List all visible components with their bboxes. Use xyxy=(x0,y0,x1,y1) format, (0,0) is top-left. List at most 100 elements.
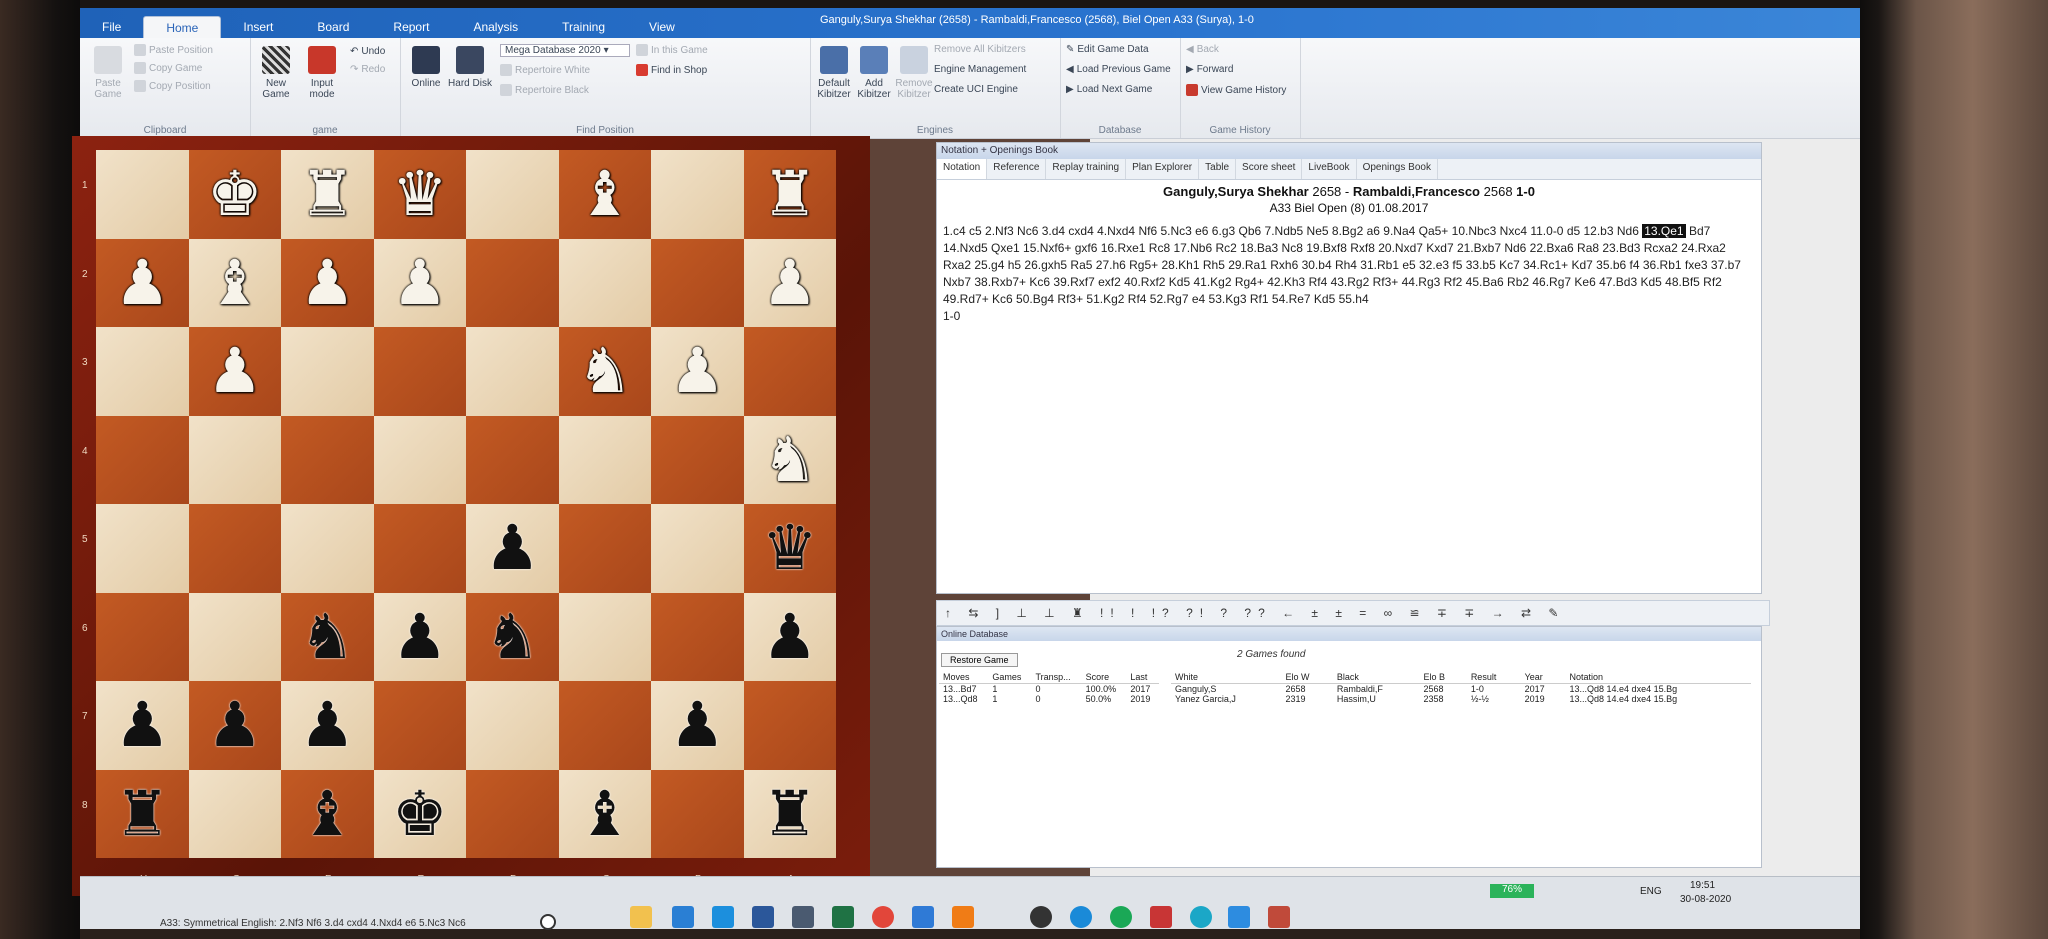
board-square[interactable] xyxy=(651,150,744,239)
white-knight-icon[interactable]: ♞ xyxy=(577,340,633,402)
create-uci-engine-button[interactable]: Create UCI Engine xyxy=(934,84,1018,95)
board-square[interactable]: ♜ xyxy=(743,769,836,858)
edge-icon[interactable] xyxy=(1190,906,1212,928)
board-square[interactable]: ♝ xyxy=(281,769,374,858)
app-blue-icon[interactable] xyxy=(1228,906,1250,928)
board-square[interactable] xyxy=(743,327,836,416)
board-square[interactable] xyxy=(281,415,374,504)
white-pawn-icon[interactable]: ♟ xyxy=(762,251,818,314)
app-l-icon[interactable] xyxy=(712,906,734,928)
forward-button[interactable]: ▶ Forward xyxy=(1186,64,1233,75)
paste-position-button[interactable]: Paste Position xyxy=(134,44,213,56)
black-rook-icon[interactable]: ♜ xyxy=(114,782,170,845)
black-bishop-icon[interactable]: ♝ xyxy=(577,782,633,845)
board-square[interactable]: ♚ xyxy=(188,150,281,239)
tab-plan-explorer[interactable]: Plan Explorer xyxy=(1126,159,1200,179)
move-list[interactable]: 1.c4 c5 2.Nf3 Nc6 3.d4 cxd4 4.Nxd4 Nf6 5… xyxy=(937,215,1761,325)
black-knight-icon[interactable]: ♞ xyxy=(299,605,355,668)
white-king-icon[interactable]: ♚ xyxy=(207,163,263,225)
board-square[interactable]: ♟ xyxy=(373,238,466,327)
black-pawn-icon[interactable]: ♟ xyxy=(484,517,540,579)
copy-game-button[interactable]: Copy Game xyxy=(134,62,202,74)
paste-game-button[interactable]: Paste Game xyxy=(84,46,132,100)
app-g-icon[interactable] xyxy=(1110,906,1132,928)
board-square[interactable] xyxy=(96,504,189,593)
board-square[interactable] xyxy=(466,327,559,416)
black-pawn-icon[interactable]: ♟ xyxy=(299,694,355,756)
white-pawn-icon[interactable]: ♟ xyxy=(299,251,355,314)
mail-icon[interactable] xyxy=(672,906,694,928)
vlc-icon[interactable] xyxy=(952,906,974,928)
white-rook-icon[interactable]: ♜ xyxy=(299,163,355,225)
board-square[interactable]: ♟ xyxy=(96,681,189,770)
board-square[interactable] xyxy=(743,681,836,770)
board-square[interactable] xyxy=(373,504,466,593)
skype-icon[interactable] xyxy=(1070,906,1092,928)
board-square[interactable]: ♟ xyxy=(373,592,466,681)
edit-game-data-button[interactable]: ✎ Edit Game Data xyxy=(1066,44,1149,55)
white-rook-icon[interactable]: ♜ xyxy=(762,163,818,225)
black-pawn-icon[interactable]: ♟ xyxy=(114,694,170,756)
table-row[interactable]: Ganguly,S 2658 Rambaldi,F 2568 1-0 2017 … xyxy=(1171,684,1751,694)
app-14-icon[interactable] xyxy=(792,906,814,928)
board-square[interactable]: ♟ xyxy=(651,681,744,770)
tab-home[interactable]: Home xyxy=(143,16,222,40)
black-queen-icon[interactable]: ♛ xyxy=(762,517,818,579)
board-square[interactable] xyxy=(466,150,559,239)
board-square[interactable]: ♛ xyxy=(373,150,466,239)
tab-table[interactable]: Table xyxy=(1199,159,1237,179)
restore-game-button[interactable]: Restore Game xyxy=(941,653,1018,667)
black-knight-icon[interactable]: ♞ xyxy=(484,605,540,668)
white-bishop-icon[interactable]: ♝ xyxy=(207,251,263,314)
clock-time[interactable]: 19:51 xyxy=(1690,880,1715,891)
board-square[interactable] xyxy=(466,681,559,770)
tab-insert[interactable]: Insert xyxy=(221,16,295,40)
board-square[interactable]: ♞ xyxy=(466,592,559,681)
board-square[interactable] xyxy=(373,415,466,504)
board-square[interactable]: ♝ xyxy=(558,769,651,858)
redo-button[interactable]: ↷ Redo xyxy=(350,64,385,75)
board-square[interactable] xyxy=(188,769,281,858)
hard-disk-button[interactable]: Hard Disk xyxy=(446,46,494,89)
folder-icon[interactable] xyxy=(630,906,652,928)
annotation-symbol-toolbar[interactable]: ↑ ⇆ ] ⊥ ⊥ ♜ !! ! !? ?! ? ?? ← ± ± = ∞ ≌ … xyxy=(936,600,1770,626)
app-red-icon[interactable] xyxy=(1150,906,1172,928)
board-square[interactable] xyxy=(188,415,281,504)
tab-score-sheet[interactable]: Score sheet xyxy=(1236,159,1303,179)
new-game-button[interactable]: New Game xyxy=(252,46,300,100)
repertoire-white-button[interactable]: Repertoire White xyxy=(500,64,590,76)
remove-kibitzer-button[interactable]: Remove Kibitzer xyxy=(890,46,938,100)
board-square[interactable]: ♚ xyxy=(373,769,466,858)
load-next-game-button[interactable]: ▶ Load Next Game xyxy=(1066,84,1152,95)
white-pawn-icon[interactable]: ♟ xyxy=(669,340,725,402)
board-square[interactable]: ♟ xyxy=(281,238,374,327)
board-square[interactable]: ♟ xyxy=(188,681,281,770)
undo-button[interactable]: ↶ Undo xyxy=(350,46,385,57)
black-king-icon[interactable]: ♚ xyxy=(392,782,448,845)
board-square[interactable] xyxy=(373,681,466,770)
repertoire-black-button[interactable]: Repertoire Black xyxy=(500,84,589,96)
copy-position-button[interactable]: Copy Position xyxy=(134,80,211,92)
board-square[interactable] xyxy=(651,238,744,327)
board-square[interactable]: ♟ xyxy=(281,681,374,770)
board-square[interactable] xyxy=(651,415,744,504)
board-square[interactable] xyxy=(281,504,374,593)
tab-file[interactable]: File xyxy=(80,16,143,40)
tab-board[interactable]: Board xyxy=(295,16,371,40)
remove-all-kibitzers-button[interactable]: Remove All Kibitzers xyxy=(934,44,1026,55)
table-row[interactable]: 13...Qd8 1 0 50.0% 2019 xyxy=(939,694,1159,704)
tab-notation[interactable]: Notation xyxy=(937,159,988,179)
board-square[interactable]: ♛ xyxy=(743,504,836,593)
board-square[interactable] xyxy=(651,504,744,593)
black-pawn-icon[interactable]: ♟ xyxy=(762,605,818,668)
tab-reference[interactable]: Reference xyxy=(987,159,1047,179)
white-bishop-icon[interactable]: ♝ xyxy=(577,163,633,225)
board-square[interactable] xyxy=(466,238,559,327)
engine-management-button[interactable]: Engine Management xyxy=(934,64,1026,75)
board-square[interactable]: ♞ xyxy=(558,327,651,416)
find-in-shop-button[interactable]: Find in Shop xyxy=(636,64,707,76)
board-square[interactable] xyxy=(96,150,189,239)
input-mode-button[interactable]: Input mode xyxy=(298,46,346,100)
board-square[interactable]: ♞ xyxy=(743,415,836,504)
board-square[interactable] xyxy=(96,415,189,504)
